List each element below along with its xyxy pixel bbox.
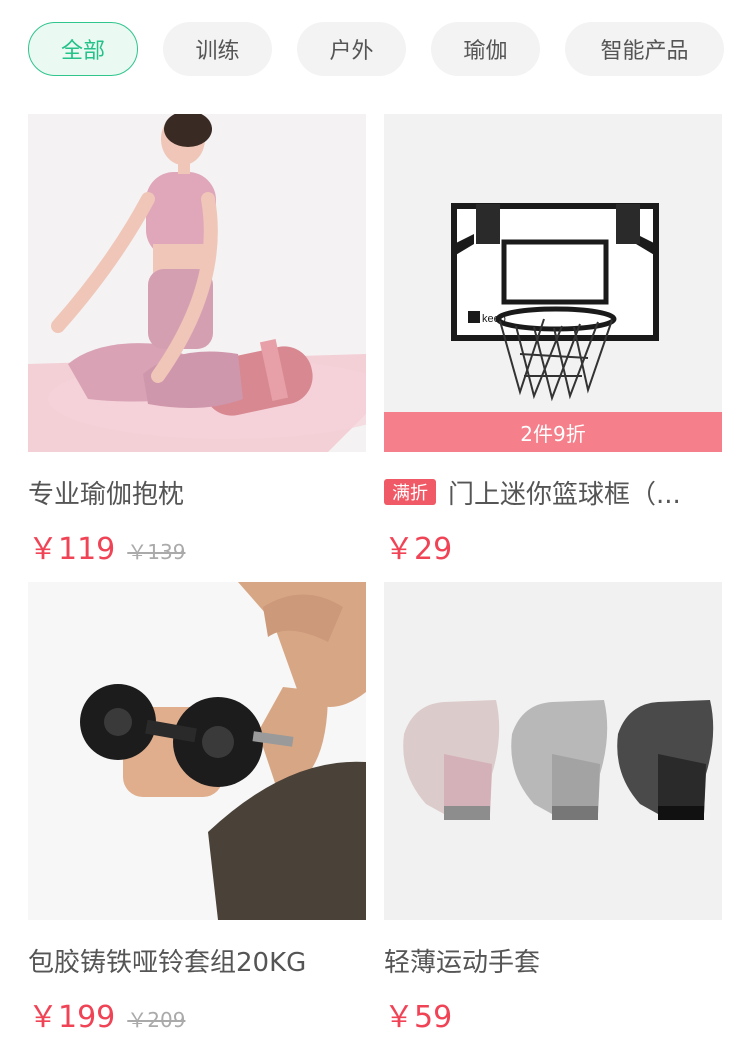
product-price: ￥59 [384, 1000, 453, 1035]
product-image[interactable]: keep 2件9折 [384, 114, 722, 452]
product-price: ￥29 [384, 532, 453, 567]
product-card[interactable]: keep 2件9折 满折 门上迷你篮球框（... ￥29 [384, 114, 722, 568]
filter-chip-all[interactable]: 全部 [28, 22, 138, 76]
product-card[interactable]: 轻薄运动手套 ￥59 [384, 582, 722, 1036]
filter-chip-yoga[interactable]: 瑜伽 [431, 22, 540, 76]
original-price: ￥139 [127, 540, 186, 564]
filter-chip-training[interactable]: 训练 [163, 22, 272, 76]
price-row: ￥119 ￥139 [28, 524, 366, 568]
product-title[interactable]: 轻薄运动手套 [384, 942, 722, 978]
promo-banner: 2件9折 [384, 412, 722, 452]
product-price: ￥119 [28, 532, 116, 567]
product-title[interactable]: 满折 门上迷你篮球框（... [384, 474, 722, 510]
dumbbell-curl-icon [28, 582, 366, 920]
product-title[interactable]: 专业瑜伽抱枕 [28, 474, 366, 510]
product-image[interactable] [28, 114, 366, 452]
discount-tag: 满折 [384, 479, 436, 505]
filter-chip-smart-products[interactable]: 智能产品 [565, 22, 724, 76]
product-card[interactable]: 专业瑜伽抱枕 ￥119 ￥139 [28, 114, 366, 568]
product-title-text: 专业瑜伽抱枕 [28, 479, 185, 510]
product-card[interactable]: 包胶铸铁哑铃套组20KG ￥199 ￥209 [28, 582, 366, 1036]
product-price: ￥199 [28, 1000, 116, 1035]
product-title-text: 门上迷你篮球框（... [448, 479, 681, 510]
price-row: ￥29 [384, 524, 722, 568]
price-row: ￥199 ￥209 [28, 992, 366, 1036]
filter-chip-outdoor[interactable]: 户外 [297, 22, 406, 76]
yoga-woman-bolster-icon [28, 114, 366, 452]
product-image[interactable] [28, 582, 366, 920]
product-title-text: 包胶铸铁哑铃套组20KG [28, 947, 307, 978]
product-image[interactable] [384, 582, 722, 920]
original-price: ￥209 [127, 1008, 186, 1032]
product-title-text: 轻薄运动手套 [384, 947, 541, 978]
basketball-hoop-icon: keep [384, 114, 722, 452]
product-title[interactable]: 包胶铸铁哑铃套组20KG [28, 942, 366, 978]
price-row: ￥59 [384, 992, 722, 1036]
category-filter-bar: 全部 训练 户外 瑜伽 智能产品 [28, 22, 728, 76]
gloves-icon [384, 582, 722, 920]
